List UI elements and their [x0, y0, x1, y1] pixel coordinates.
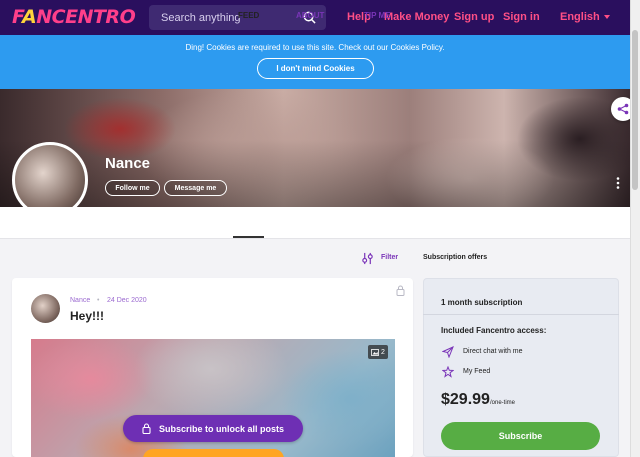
- lock-icon: [142, 423, 151, 434]
- nav-sign-up-link[interactable]: Sign up: [454, 11, 494, 23]
- post-date: 24 Dec 2020: [107, 297, 147, 304]
- cookie-banner: Ding! Cookies are required to use this s…: [0, 35, 630, 89]
- accept-cookies-button[interactable]: I don't mind Cookies: [257, 58, 374, 79]
- paper-plane-icon: [442, 346, 454, 358]
- post-author[interactable]: Nance: [70, 297, 90, 304]
- subscribe-to-unlock-button[interactable]: Subscribe to unlock all posts: [123, 415, 303, 442]
- image-icon: [371, 348, 379, 356]
- post-title: Hey!!!: [70, 309, 105, 323]
- cover-shade: [0, 140, 630, 207]
- fancentro-logo[interactable]: FANCENTRO: [12, 6, 136, 28]
- language-label: English: [560, 11, 600, 23]
- more-options-icon[interactable]: [616, 177, 620, 189]
- secondary-orange-button[interactable]: [143, 449, 284, 457]
- message-button[interactable]: Message me: [164, 180, 227, 196]
- tab-feed[interactable]: FEED: [238, 11, 259, 20]
- subscription-title: 1 month subscription: [441, 298, 523, 307]
- cookie-text: Ding! Cookies are required to use this s…: [185, 43, 445, 52]
- feature-my-feed: My Feed: [463, 368, 491, 375]
- price-unit: /one-time: [490, 400, 516, 406]
- active-tab-indicator: [233, 236, 264, 238]
- share-icon: [617, 103, 629, 115]
- feature-direct-chat: Direct chat with me: [463, 348, 523, 355]
- media-count-badge: 2: [368, 345, 388, 359]
- filter-button[interactable]: Filter: [381, 254, 398, 261]
- profile-name: Nance: [105, 155, 151, 172]
- unlock-label: Subscribe to unlock all posts: [158, 423, 285, 434]
- included-access-heading: Included Fancentro access:: [441, 326, 547, 335]
- tab-tip-me[interactable]: TIP ME: [364, 11, 391, 20]
- filter-icon[interactable]: [361, 252, 374, 265]
- subscribe-button[interactable]: Subscribe: [441, 422, 600, 450]
- follow-button[interactable]: Follow me: [105, 180, 160, 196]
- tab-about[interactable]: ABOUT: [296, 11, 324, 20]
- scrollbar-thumb[interactable]: [632, 30, 638, 190]
- subscription-price: $29.99: [441, 391, 490, 408]
- language-selector[interactable]: English: [560, 11, 610, 23]
- post-separator: •: [97, 297, 100, 304]
- chevron-down-icon: [603, 15, 610, 20]
- media-count: 2: [381, 348, 385, 356]
- lock-icon: [396, 285, 405, 296]
- nav-sign-in-link[interactable]: Sign in: [503, 11, 540, 23]
- subscription-offers-heading: Subscription offers: [423, 254, 488, 261]
- divider: [423, 314, 619, 315]
- post-author-avatar[interactable]: [31, 294, 60, 323]
- search-placeholder: Search anything: [161, 11, 241, 24]
- profile-tabs: [0, 207, 630, 239]
- feed-icon: [442, 366, 454, 378]
- nav-make-money-link[interactable]: Make Money: [384, 11, 449, 23]
